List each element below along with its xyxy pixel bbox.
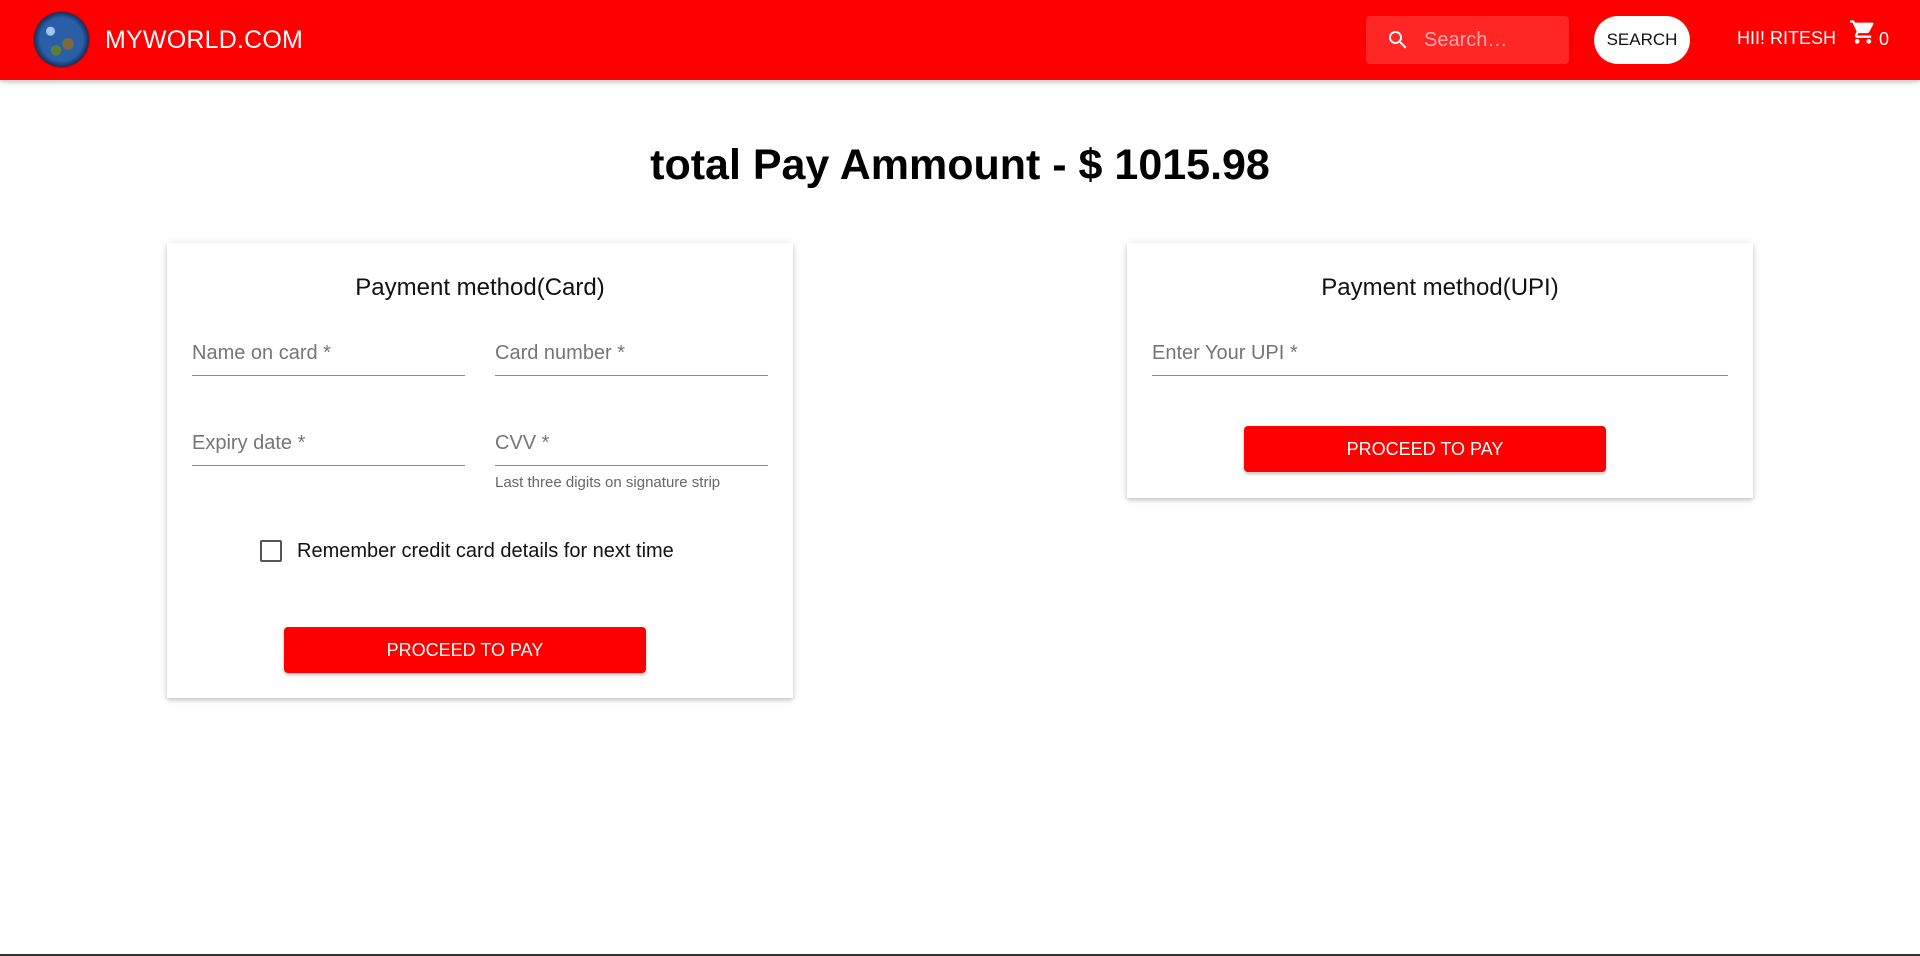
cart-button[interactable]: 0 bbox=[1849, 18, 1893, 50]
search-icon bbox=[1389, 31, 1407, 49]
upi-id-label: Enter Your UPI * bbox=[1152, 342, 1298, 364]
search-button[interactable]: SEARCH bbox=[1594, 16, 1690, 64]
upi-payment-panel: Payment method(UPI) Enter Your UPI * PRO… bbox=[1127, 243, 1753, 498]
expiry-date-field[interactable]: Expiry date * bbox=[192, 432, 465, 466]
search-input[interactable] bbox=[1424, 24, 1559, 56]
shopping-cart-icon bbox=[1850, 20, 1874, 44]
cvv-helper-text: Last three digits on signature strip bbox=[495, 474, 721, 491]
card-number-field[interactable]: Card number * bbox=[495, 342, 768, 376]
upi-proceed-to-pay-button[interactable]: PROCEED TO PAY bbox=[1244, 426, 1606, 472]
remember-card-checkbox[interactable] bbox=[260, 540, 282, 562]
brand-name[interactable]: MYWORLD.COM bbox=[105, 26, 303, 55]
user-greeting[interactable]: HII! RITESH bbox=[1737, 28, 1836, 49]
upi-id-field[interactable]: Enter Your UPI * bbox=[1152, 342, 1728, 376]
total-amount-heading: total Pay Ammount - $ 1015.98 bbox=[650, 141, 1270, 189]
name-on-card-field[interactable]: Name on card * bbox=[192, 342, 465, 376]
cvv-label: CVV * bbox=[495, 432, 550, 454]
cvv-field[interactable]: CVV * bbox=[495, 432, 768, 466]
upi-payment-title: Payment method(UPI) bbox=[1321, 274, 1559, 301]
globe-logo-icon[interactable] bbox=[34, 12, 89, 67]
cart-count-badge: 0 bbox=[1879, 29, 1890, 49]
card-payment-title: Payment method(Card) bbox=[355, 274, 605, 301]
card-number-label: Card number * bbox=[495, 342, 626, 364]
expiry-date-label: Expiry date * bbox=[192, 432, 306, 454]
app-header: MYWORLD.COM SEARCH HII! RITESH 0 bbox=[0, 0, 1920, 80]
card-proceed-to-pay-button[interactable]: PROCEED TO PAY bbox=[284, 627, 646, 673]
search-box[interactable] bbox=[1366, 16, 1569, 64]
card-payment-panel: Payment method(Card) Name on card * Card… bbox=[167, 243, 793, 698]
name-on-card-label: Name on card * bbox=[192, 342, 331, 364]
remember-card-label[interactable]: Remember credit card details for next ti… bbox=[297, 540, 674, 563]
